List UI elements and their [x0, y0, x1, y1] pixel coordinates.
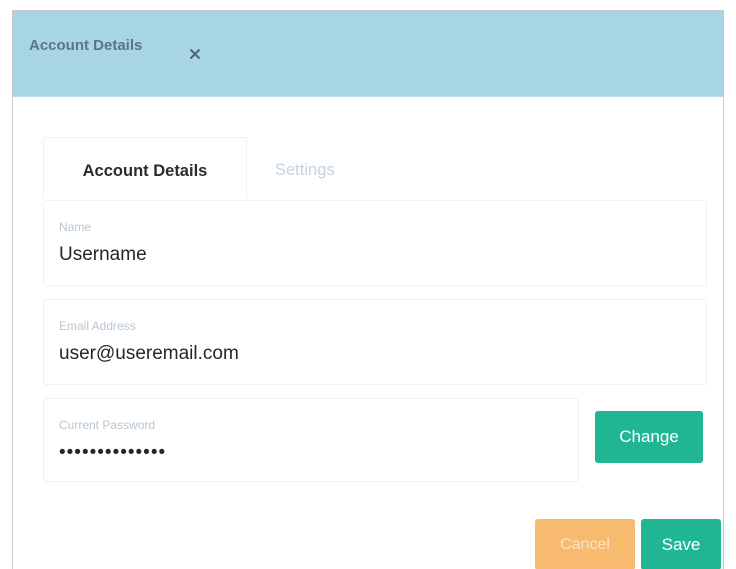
cancel-button[interactable]: Cancel: [535, 519, 635, 569]
tab-bar: Account Details Settings: [43, 137, 707, 199]
tab-settings[interactable]: Settings: [275, 137, 395, 199]
password-field-label: Current Password: [59, 418, 156, 432]
save-button[interactable]: Save: [641, 519, 721, 569]
tab-account-details[interactable]: Account Details: [43, 137, 247, 199]
close-icon-glyph: [190, 49, 200, 59]
account-details-dialog: Account Details Account Details Settings…: [12, 10, 724, 569]
close-icon[interactable]: [187, 46, 203, 62]
name-field[interactable]: Name: [43, 200, 707, 286]
password-input[interactable]: [59, 442, 539, 464]
email-field-label: Email Address: [59, 319, 136, 333]
change-password-button[interactable]: Change: [595, 411, 703, 463]
dialog-title: Account Details: [29, 37, 143, 54]
dialog-header: Account Details: [13, 11, 723, 97]
email-input[interactable]: [59, 343, 659, 365]
name-input[interactable]: [59, 244, 659, 266]
email-field[interactable]: Email Address: [43, 299, 707, 385]
password-field[interactable]: Current Password: [43, 398, 579, 482]
name-field-label: Name: [59, 220, 92, 234]
